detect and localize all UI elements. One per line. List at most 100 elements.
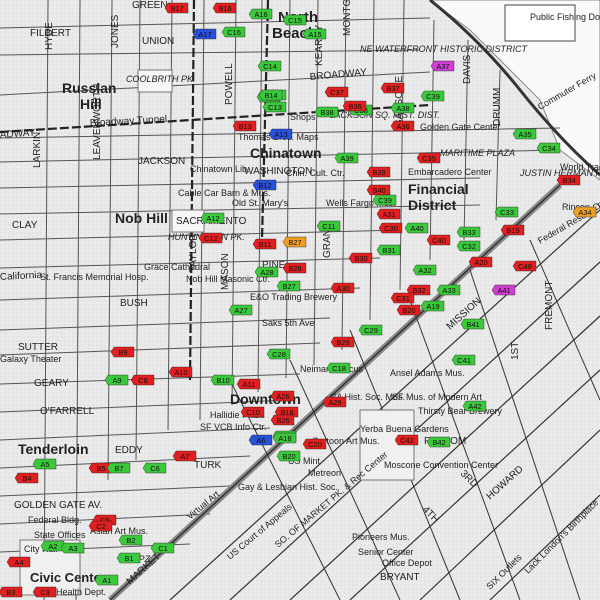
map-marker[interactable]: A12: [200, 212, 225, 224]
map-marker[interactable]: C16: [221, 26, 246, 38]
map-marker[interactable]: C18: [326, 362, 351, 374]
map-marker[interactable]: C10: [240, 406, 265, 418]
map-marker[interactable]: A39: [334, 152, 359, 164]
map-marker[interactable]: C20: [302, 438, 327, 450]
map-marker[interactable]: A36: [390, 120, 415, 132]
map-marker[interactable]: C41: [451, 354, 476, 366]
map-marker[interactable]: C8: [130, 374, 155, 386]
map-marker[interactable]: B36: [342, 100, 367, 112]
map-marker[interactable]: B16: [212, 2, 237, 14]
map-marker[interactable]: C14: [257, 60, 282, 72]
map-marker[interactable]: A19: [420, 300, 445, 312]
map-marker[interactable]: B9: [110, 346, 135, 358]
map-marker[interactable]: C33: [494, 206, 519, 218]
map-marker[interactable]: A28: [254, 266, 279, 278]
map-marker[interactable]: C37: [324, 86, 349, 98]
map-marker[interactable]: A37: [430, 60, 455, 72]
map-marker[interactable]: A17: [192, 28, 217, 40]
map-marker[interactable]: B19: [500, 224, 525, 236]
map-marker[interactable]: B14: [258, 89, 283, 101]
map-marker[interactable]: C29: [358, 324, 383, 336]
street-map[interactable]: Russian Hill North Beach Chinatown Nob H…: [0, 0, 600, 600]
map-marker[interactable]: A7: [172, 450, 197, 462]
map-marker[interactable]: B37: [380, 82, 405, 94]
map-marker[interactable]: B29: [330, 336, 355, 348]
map-marker[interactable]: C42: [394, 434, 419, 446]
map-marker[interactable]: A9: [104, 374, 129, 386]
map-marker[interactable]: A16: [248, 8, 273, 20]
map-marker[interactable]: A42: [462, 400, 487, 412]
map-marker[interactable]: A18: [272, 432, 297, 444]
map-marker[interactable]: C15: [282, 14, 307, 26]
map-marker[interactable]: B33: [456, 226, 481, 238]
map-marker[interactable]: C2: [88, 520, 113, 532]
map-marker[interactable]: C13: [262, 101, 287, 113]
map-marker[interactable]: A33: [436, 284, 461, 296]
map-marker[interactable]: C1: [150, 542, 175, 554]
map-marker[interactable]: B42: [426, 436, 451, 448]
map-marker[interactable]: A6: [248, 434, 273, 446]
map-marker[interactable]: B7: [106, 462, 131, 474]
map-marker[interactable]: B41: [460, 318, 485, 330]
map-marker[interactable]: B20: [276, 450, 301, 462]
map-marker[interactable]: A15: [302, 28, 327, 40]
map-marker[interactable]: B1: [116, 552, 141, 564]
map-marker[interactable]: A5: [32, 458, 57, 470]
map-marker[interactable]: B39: [366, 166, 391, 178]
map-marker[interactable]: B20: [396, 304, 421, 316]
marker-code: C16: [227, 28, 241, 37]
map-marker[interactable]: B31: [376, 244, 401, 256]
map-marker[interactable]: B10: [210, 374, 235, 386]
map-marker[interactable]: C11: [316, 220, 341, 232]
map-marker[interactable]: A26: [270, 390, 295, 402]
map-marker[interactable]: B27: [282, 236, 307, 248]
map-marker[interactable]: C3: [32, 586, 57, 598]
map-marker[interactable]: A38: [390, 102, 415, 114]
map-marker[interactable]: A32: [412, 264, 437, 276]
map-marker[interactable]: C39: [420, 90, 445, 102]
map-marker[interactable]: A2: [40, 540, 65, 552]
poi-label: SF VCB Info Ctr.: [200, 422, 267, 432]
map-marker[interactable]: B3: [0, 586, 23, 598]
map-marker[interactable]: C28: [266, 348, 291, 360]
map-marker[interactable]: C6: [142, 462, 167, 474]
map-marker[interactable]: B28: [282, 262, 307, 274]
map-marker[interactable]: B12: [252, 179, 277, 191]
map-marker[interactable]: A20: [468, 256, 493, 268]
map-marker[interactable]: A31: [376, 208, 401, 220]
map-marker[interactable]: B17: [164, 2, 189, 14]
map-marker[interactable]: A1: [94, 574, 119, 586]
map-marker[interactable]: B2: [118, 534, 143, 546]
map-marker[interactable]: A35: [512, 128, 537, 140]
map-marker[interactable]: B11: [252, 238, 277, 250]
map-marker[interactable]: C40: [426, 234, 451, 246]
map-marker[interactable]: C32: [456, 240, 481, 252]
map-marker[interactable]: A34: [572, 206, 597, 218]
map-marker[interactable]: A11: [236, 378, 261, 390]
map-marker[interactable]: A3: [60, 542, 85, 554]
map-marker[interactable]: A13: [268, 128, 293, 140]
map-marker[interactable]: B38: [314, 106, 339, 118]
map-marker[interactable]: B4: [14, 472, 39, 484]
map-marker[interactable]: C34: [536, 142, 561, 154]
map-marker[interactable]: A29: [322, 396, 347, 408]
map-marker[interactable]: B13: [232, 120, 257, 132]
map-marker[interactable]: A40: [404, 222, 429, 234]
map-marker[interactable]: A4: [6, 556, 31, 568]
map-marker[interactable]: B27: [276, 280, 301, 292]
map-marker[interactable]: B40: [366, 184, 391, 196]
map-marker[interactable]: A10: [168, 366, 193, 378]
map-marker[interactable]: B26: [270, 414, 295, 426]
map-marker[interactable]: C30: [378, 222, 403, 234]
map-marker[interactable]: A27: [228, 304, 253, 316]
map-marker[interactable]: C12: [198, 232, 223, 244]
map-container[interactable]: Russian Hill North Beach Chinatown Nob H…: [0, 0, 600, 600]
map-marker[interactable]: A41: [491, 284, 516, 296]
map-marker[interactable]: C48: [512, 260, 537, 272]
map-marker[interactable]: B34: [556, 174, 581, 186]
map-marker[interactable]: C35: [416, 152, 441, 164]
map-marker[interactable]: C31: [390, 292, 415, 304]
map-marker[interactable]: C39: [372, 194, 397, 206]
map-marker[interactable]: B30: [348, 252, 373, 264]
map-marker[interactable]: A30: [330, 282, 355, 294]
